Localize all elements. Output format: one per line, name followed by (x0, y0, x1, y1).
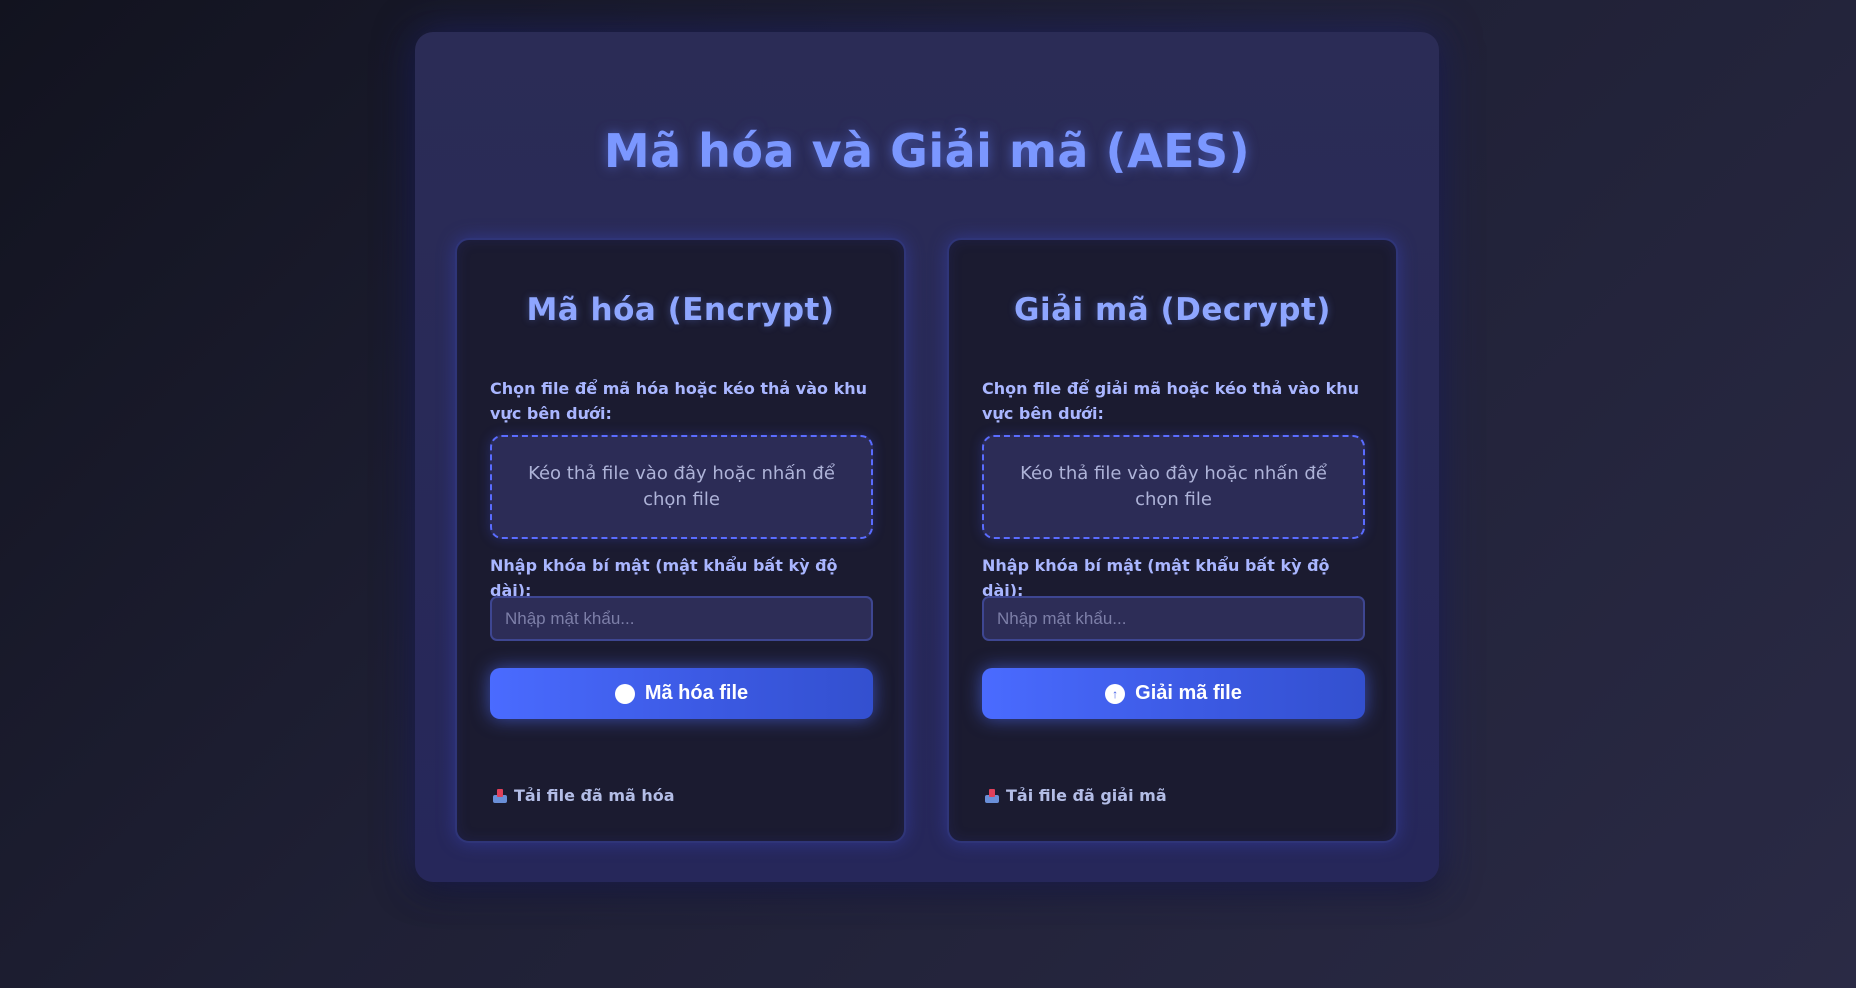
decrypt-button[interactable]: ↑ Giải mã file (982, 668, 1365, 719)
encrypt-password-input[interactable] (490, 596, 873, 641)
download-decrypted-link[interactable]: Tải file đã giải mã (985, 786, 1167, 805)
encrypt-heading: Mã hóa (Encrypt) (526, 292, 835, 328)
encrypt-file-label: Chọn file để mã hóa hoặc kéo thả vào khu… (490, 379, 867, 423)
encrypt-button[interactable]: Mã hóa file (490, 668, 873, 719)
decrypt-password-input[interactable] (982, 596, 1365, 641)
unlock-circle-icon: ↑ (1105, 683, 1126, 704)
decrypt-button-label: Giải mã file (1135, 682, 1242, 704)
circle-icon (614, 683, 635, 704)
inbox-tray-icon (493, 788, 507, 803)
inbox-tray-icon (985, 788, 999, 803)
decrypt-dropzone[interactable]: Kéo thả file vào đây hoặc nhấn để chọn f… (982, 435, 1365, 539)
download-encrypted-label: Tải file đã mã hóa (514, 786, 675, 805)
decrypt-dropzone-text: Kéo thả file vào đây hoặc nhấn để chọn f… (1020, 463, 1327, 510)
decrypt-heading: Giải mã (Decrypt) (1014, 292, 1331, 328)
decrypt-panel: Giải mã (Decrypt) Chọn file để giải mã h… (947, 238, 1398, 843)
encrypt-dropzone-text: Kéo thả file vào đây hoặc nhấn để chọn f… (528, 463, 835, 510)
encrypt-panel: Mã hóa (Encrypt) Chọn file để mã hóa hoặ… (455, 238, 906, 843)
download-encrypted-link[interactable]: Tải file đã mã hóa (493, 786, 675, 805)
encrypt-dropzone[interactable]: Kéo thả file vào đây hoặc nhấn để chọn f… (490, 435, 873, 539)
download-decrypted-label: Tải file đã giải mã (1006, 786, 1167, 805)
encrypt-button-label: Mã hóa file (644, 682, 749, 704)
decrypt-file-label: Chọn file để giải mã hoặc kéo thả vào kh… (982, 379, 1360, 423)
page-title: Mã hóa và Giải mã (AES) (603, 124, 1251, 178)
